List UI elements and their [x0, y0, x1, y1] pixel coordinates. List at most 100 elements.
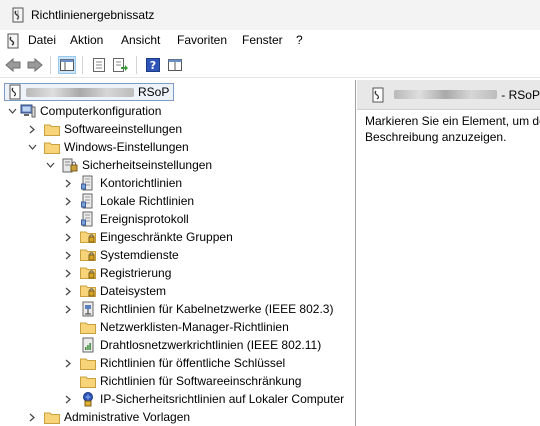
computer-icon: [20, 103, 36, 119]
rsop-menu-icon[interactable]: [5, 33, 21, 49]
tree-node-account-policies[interactable]: Kontorichtlinien: [62, 174, 182, 192]
chevron-right-icon[interactable]: [62, 354, 74, 372]
rsop-node-icon: [371, 87, 386, 103]
chevron-down-icon[interactable]: [26, 138, 38, 156]
menu-ansicht[interactable]: Ansicht: [121, 33, 160, 47]
tree-node-network-list-manager[interactable]: Netzwerklisten-Manager-Richtlinien: [62, 318, 289, 336]
wireless-network-icon: [80, 337, 96, 353]
folder-icon: [80, 355, 96, 371]
show-hide-tree-icon[interactable]: [58, 56, 76, 74]
chevron-down-icon[interactable]: [44, 156, 56, 174]
tree-node-security-settings[interactable]: Sicherheitseinstellungen: [44, 156, 212, 174]
security-settings-icon: [62, 157, 78, 173]
tree-node-wired-network-policies[interactable]: Richtlinien für Kabelnetzwerke (IEEE 802…: [62, 300, 333, 318]
tree-node-registry[interactable]: Registrierung: [62, 264, 171, 282]
tree-node-software-restriction[interactable]: Richtlinien für Softwareeinschränkung: [62, 372, 301, 390]
tree-node-administrative-templates[interactable]: Administrative Vorlagen: [26, 408, 190, 426]
locked-folder-icon: [80, 265, 96, 281]
chevron-right-icon[interactable]: [62, 246, 74, 264]
details-header-label: - RSoP: [501, 87, 540, 102]
policy-document-icon: [80, 175, 96, 191]
redacted-computer-name: [393, 90, 498, 99]
details-description: Markieren Sie ein Element, um dessen Bes…: [365, 114, 540, 144]
tree-node-restricted-groups[interactable]: Eingeschränkte Gruppen: [62, 228, 233, 246]
ip-security-icon: [80, 391, 96, 407]
tree-node-computer-config[interactable]: Computerkonfiguration: [6, 102, 161, 120]
tree-label: Richtlinien für öffentliche Schlüssel: [100, 356, 286, 370]
tree-node-file-system[interactable]: Dateisystem: [62, 282, 166, 300]
tree-label: Computerkonfiguration: [40, 104, 162, 118]
rsop-node-icon: [7, 84, 23, 100]
chevron-right-icon[interactable]: [26, 408, 38, 426]
tree-label: Kontorichtlinien: [100, 176, 183, 190]
toolbar: ?: [0, 52, 540, 78]
tree-node-windows-settings[interactable]: Windows-Einstellungen: [26, 138, 189, 156]
toolbar-separator: [136, 56, 137, 74]
policy-document-icon: [80, 211, 96, 227]
folder-icon: [44, 409, 60, 425]
chevron-right-icon[interactable]: [62, 210, 74, 228]
tree-label: Netzwerklisten-Manager-Richtlinien: [100, 320, 289, 334]
tree-label: Richtlinien für Softwareeinschränkung: [100, 374, 302, 388]
menu-fenster[interactable]: Fenster: [242, 33, 283, 47]
chevron-right-icon[interactable]: [62, 174, 74, 192]
tree-label: Softwareeinstellungen: [64, 122, 183, 136]
menu-help[interactable]: ?: [296, 33, 303, 47]
tree-root-label: RSoP: [138, 85, 170, 99]
rsop-app-icon: [10, 7, 26, 23]
tree-label: Ereignisprotokoll: [100, 212, 189, 226]
tree-label: Sicherheitseinstellungen: [82, 158, 213, 172]
menu-favoriten[interactable]: Favoriten: [177, 33, 227, 47]
chevron-right-icon[interactable]: [62, 228, 74, 246]
folder-icon: [44, 121, 60, 137]
tree-label: IP-Sicherheitsrichtlinien auf Lokaler Co…: [100, 392, 345, 406]
tree-label: Drahtlosnetzwerkrichtlinien (IEEE 802.11…: [100, 338, 322, 352]
tree-label: Systemdienste: [100, 248, 179, 262]
properties-icon[interactable]: [90, 56, 108, 74]
export-list-icon[interactable]: [112, 56, 130, 74]
tree-node-wireless-network-policies[interactable]: Drahtlosnetzwerkrichtlinien (IEEE 802.11…: [62, 336, 321, 354]
details-pane: - RSoP Markieren Sie ein Element, um des…: [357, 80, 540, 426]
chevron-right-icon[interactable]: [62, 300, 74, 318]
locked-folder-icon: [80, 229, 96, 245]
tree-label: Windows-Einstellungen: [64, 140, 189, 154]
menu-aktion[interactable]: Aktion: [70, 33, 103, 47]
wired-network-icon: [80, 301, 96, 317]
locked-folder-icon: [80, 283, 96, 299]
chevron-right-icon[interactable]: [62, 390, 74, 408]
chevron-right-icon[interactable]: [62, 192, 74, 210]
back-arrow-icon[interactable]: [4, 56, 22, 74]
locked-folder-icon: [80, 247, 96, 263]
tree-label: Dateisystem: [100, 284, 167, 298]
tree-label: Eingeschränkte Gruppen: [100, 230, 233, 244]
menu-datei[interactable]: Datei: [28, 33, 56, 47]
tree-node-event-log[interactable]: Ereignisprotokoll: [62, 210, 189, 228]
tree-node-system-services[interactable]: Systemdienste: [62, 246, 179, 264]
help-icon[interactable]: ?: [144, 56, 162, 74]
console-tree[interactable]: RSoP Computerkonfiguration Softwareeinst…: [0, 80, 356, 426]
policy-document-icon: [80, 193, 96, 209]
folder-icon: [44, 139, 60, 155]
tree-node-local-policies[interactable]: Lokale Richtlinien: [62, 192, 194, 210]
chevron-down-icon[interactable]: [6, 102, 18, 120]
tree-label: Lokale Richtlinien: [100, 194, 195, 208]
chevron-right-icon[interactable]: [26, 120, 38, 138]
chevron-right-icon[interactable]: [62, 264, 74, 282]
forward-arrow-icon[interactable]: [26, 56, 44, 74]
console-view-icon[interactable]: [166, 56, 184, 74]
tree-node-public-key-policies[interactable]: Richtlinien für öffentliche Schlüssel: [62, 354, 285, 372]
folder-icon: [80, 373, 96, 389]
chevron-right-icon[interactable]: [62, 282, 74, 300]
folder-icon: [80, 319, 96, 335]
svg-text:?: ?: [150, 59, 156, 72]
tree-node-software-settings[interactable]: Softwareeinstellungen: [26, 120, 182, 138]
toolbar-separator: [82, 56, 83, 74]
tree-node-ip-security-policies[interactable]: IP-Sicherheitsrichtlinien auf Lokaler Co…: [62, 390, 344, 408]
details-header: - RSoP: [357, 80, 540, 110]
menu-bar: Datei Aktion Ansicht Favoriten Fenster ?: [0, 30, 540, 52]
tree-label: Richtlinien für Kabelnetzwerke (IEEE 802…: [100, 302, 334, 316]
tree-root-rsop[interactable]: RSoP: [4, 83, 175, 101]
redacted-computer-name: [26, 87, 134, 97]
